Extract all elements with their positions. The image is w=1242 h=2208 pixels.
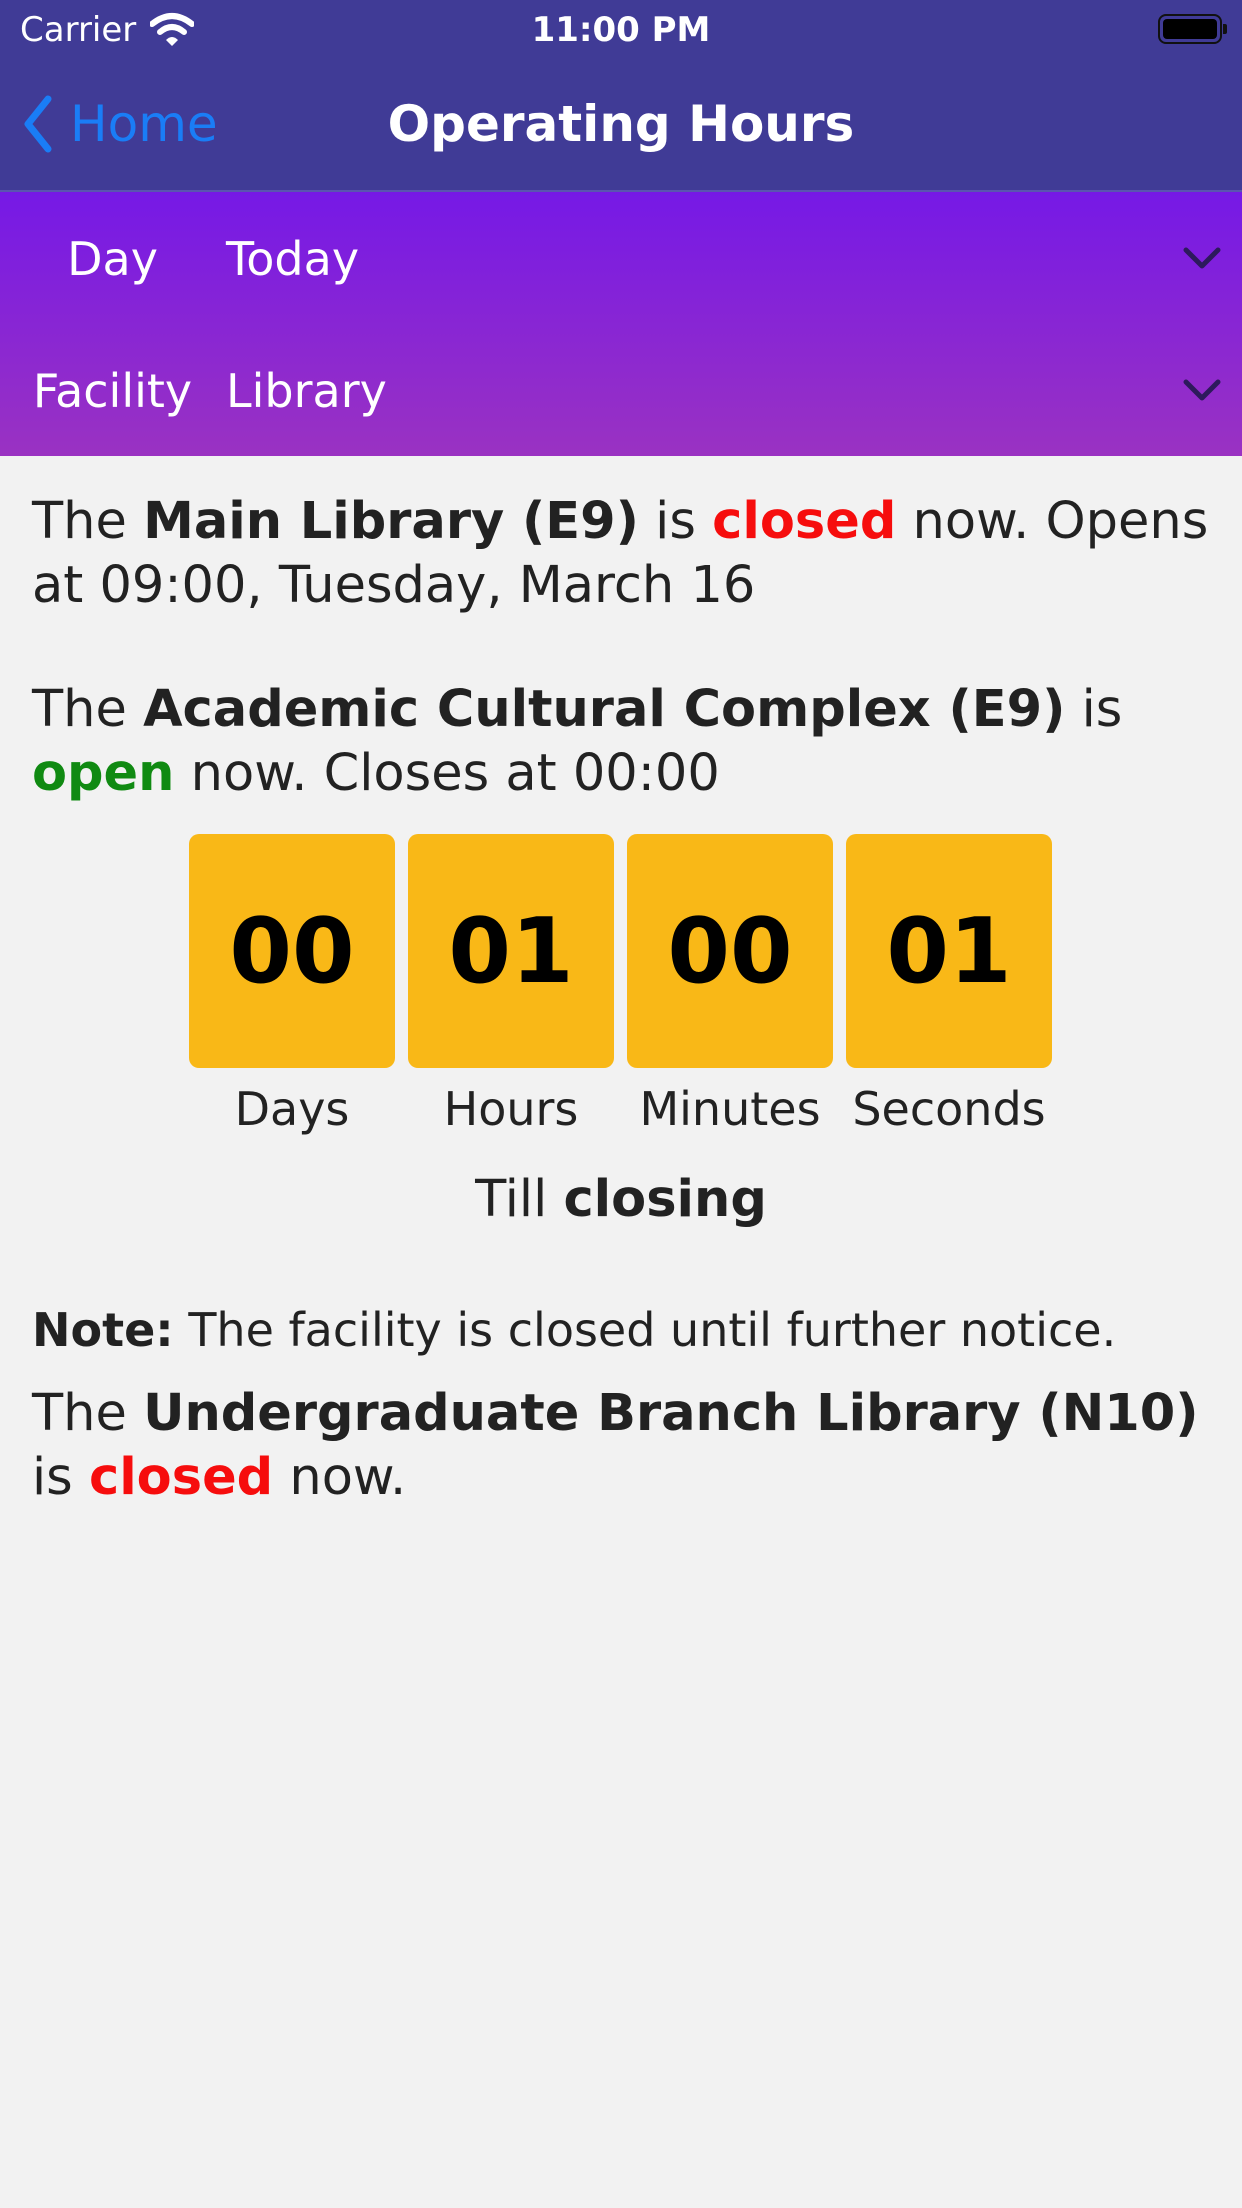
countdown-days-value: 00 [189, 834, 395, 1068]
facility-picker-value: Library [226, 364, 387, 418]
facility-name: Academic Cultural Complex (E9) [143, 680, 1066, 739]
facility-picker[interactable]: Facility Library [0, 324, 1242, 456]
countdown-hours-label: Hours [443, 1082, 579, 1136]
text: now. Closes at 00:00 [190, 744, 720, 803]
text: is [32, 1448, 73, 1507]
countdown-minutes-value: 00 [627, 834, 833, 1068]
chevron-down-icon [1183, 247, 1221, 269]
countdown-caption: Till closing [32, 1170, 1210, 1229]
text: now. [289, 1448, 407, 1507]
facility-name: Undergraduate Branch Library (N10) [143, 1384, 1199, 1443]
status-closed: closed [88, 1448, 274, 1507]
facility-picker-label: Facility [32, 364, 193, 418]
page-title: Operating Hours [387, 95, 855, 153]
day-picker-value: Today [226, 232, 360, 286]
day-picker[interactable]: Day Today [0, 192, 1242, 324]
battery-icon [1158, 14, 1227, 44]
facility-name: Main Library (E9) [143, 492, 639, 551]
text: is [1081, 680, 1123, 739]
ug-branch-library-status: The Undergraduate Branch Library (N10) i… [32, 1382, 1212, 1510]
countdown-seconds-value: 01 [846, 834, 1052, 1068]
countdown-days-label: Days [234, 1082, 350, 1136]
status-bar: Carrier 11:00 PM [0, 0, 1242, 62]
countdown-minutes-label: Minutes [639, 1082, 821, 1136]
countdown-timer: 00 01 00 01 Days Hours Minutes Seconds [189, 834, 1059, 1136]
main-library-status: The Main Library (E9) is closed now. Ope… [32, 490, 1212, 618]
text: closing [563, 1170, 767, 1229]
text: is [655, 492, 696, 551]
filter-panel: Day Today Facility Library [0, 192, 1242, 456]
day-picker-label: Day [67, 232, 158, 286]
note-label: Note: [32, 1303, 174, 1357]
chevron-down-icon [1183, 379, 1221, 401]
note-text: The facility is closed until further not… [188, 1303, 1117, 1357]
navigation-bar: Carrier 11:00 PM Home Operating Hours [0, 0, 1242, 192]
text: The [32, 492, 127, 551]
status-open: open [32, 744, 175, 803]
clock: 11:00 PM [531, 10, 711, 50]
facility-note: Note: The facility is closed until furth… [32, 1300, 1212, 1360]
text: Till [475, 1170, 548, 1229]
acc-status: The Academic Cultural Complex (E9) is op… [32, 678, 1212, 806]
text: The [32, 1384, 127, 1443]
status-closed: closed [712, 492, 897, 551]
countdown-hours-value: 01 [408, 834, 614, 1068]
countdown-seconds-label: Seconds [852, 1082, 1046, 1136]
text: The [32, 680, 127, 739]
